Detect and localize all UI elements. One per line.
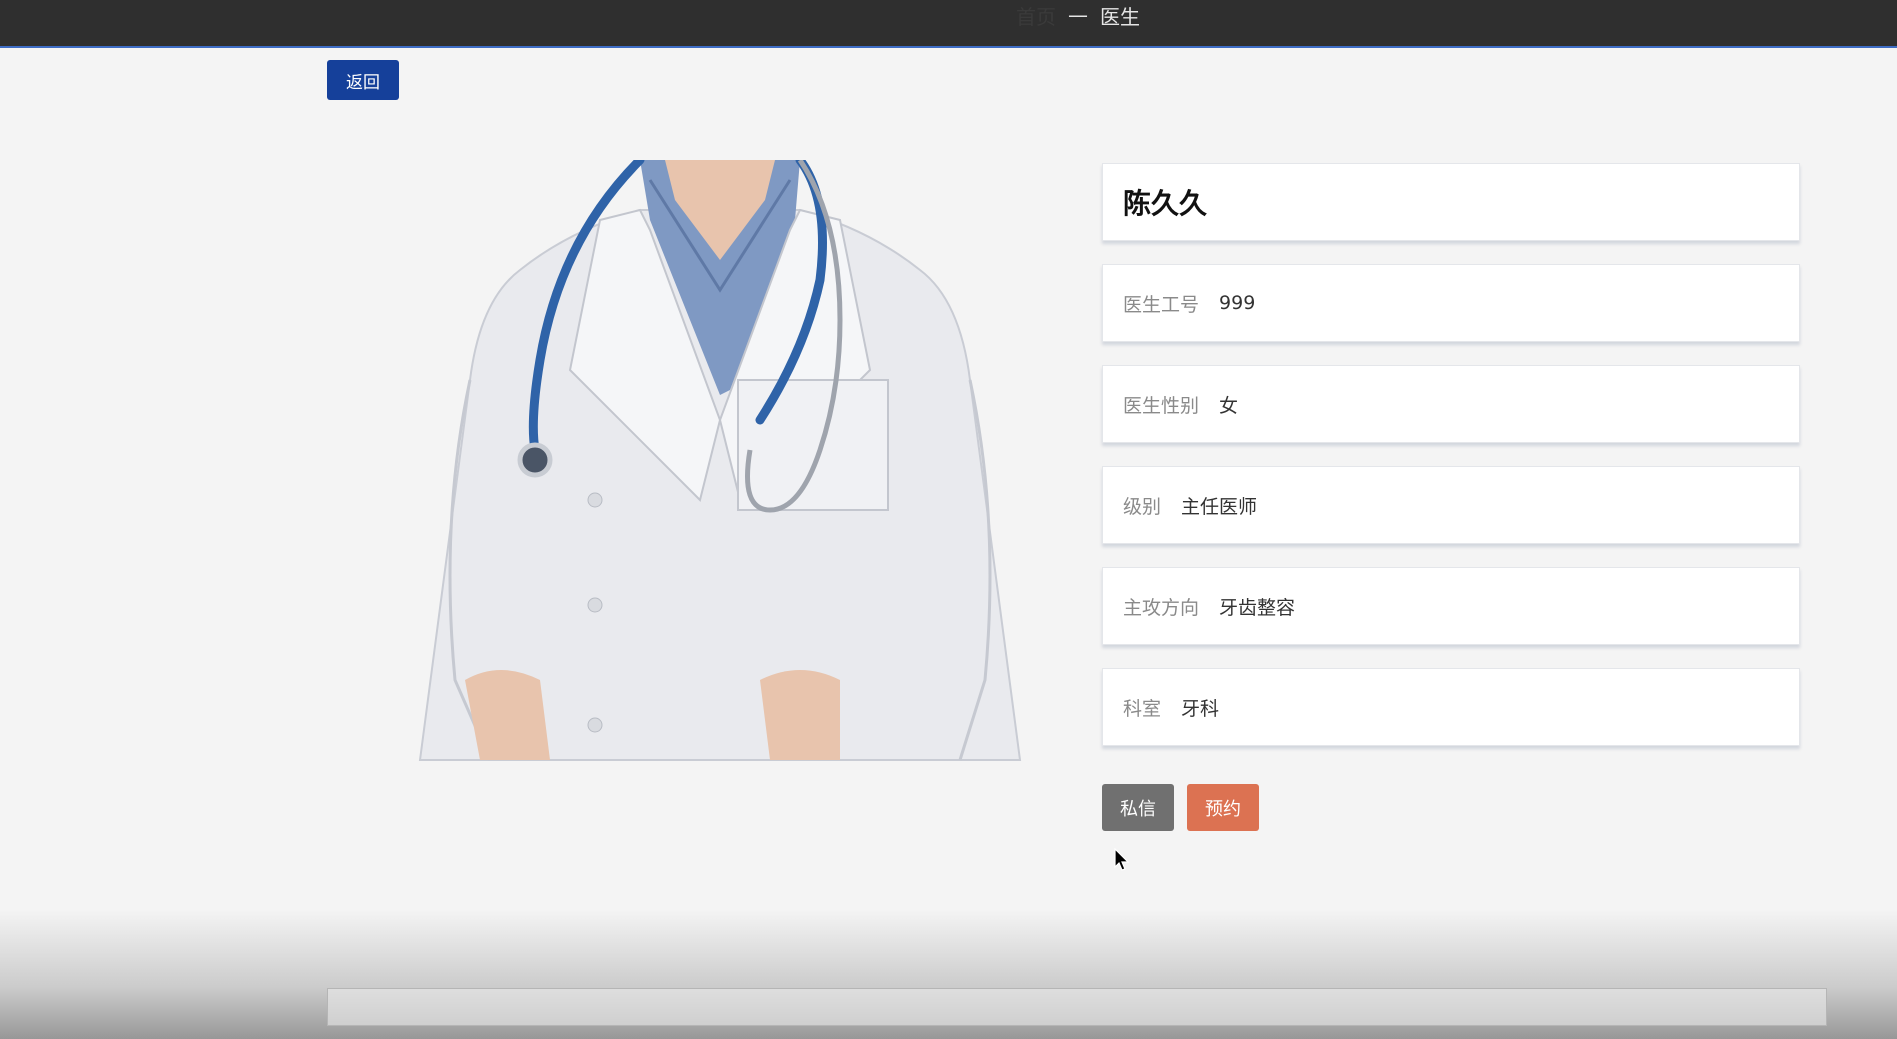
doctor-level-card: 级别 主任医师	[1102, 466, 1800, 544]
doctor-gender-card: 医生性别 女	[1102, 365, 1800, 443]
doctor-id-value: 999	[1219, 292, 1256, 314]
doctor-name-card: 陈久久	[1102, 163, 1800, 241]
book-appointment-button[interactable]: 预约	[1187, 784, 1259, 831]
doctor-department-label: 科室	[1123, 697, 1162, 720]
doctor-id-card: 医生工号 999	[1102, 264, 1800, 342]
doctor-specialty-value: 牙齿整容	[1219, 596, 1296, 619]
doctor-specialty-label: 主攻方向	[1123, 596, 1200, 619]
private-message-button[interactable]: 私信	[1102, 784, 1174, 831]
doctor-gender-label: 医生性别	[1123, 394, 1200, 417]
footer-bar	[327, 988, 1827, 1026]
breadcrumb-current: 医生	[1100, 4, 1140, 29]
doctor-level-value: 主任医师	[1181, 495, 1258, 518]
action-buttons: 私信 预约	[1102, 784, 1259, 831]
top-bar: 首页 — 医生	[0, 0, 1897, 48]
doctor-info-panel: 陈久久 医生工号 999 医生性别 女 级别 主任医师 主攻方向 牙齿整容 科室…	[1102, 163, 1802, 769]
doctor-gender-value: 女	[1219, 394, 1239, 417]
back-button[interactable]: 返回	[327, 60, 399, 100]
doctor-level-label: 级别	[1123, 495, 1162, 518]
doctor-coat-illustration	[418, 160, 1022, 761]
breadcrumb: 首页 — 医生	[1016, 0, 1140, 30]
mouse-cursor-icon	[1114, 847, 1130, 876]
doctor-department-card: 科室 牙科	[1102, 668, 1800, 746]
doctor-name: 陈久久	[1123, 187, 1208, 220]
breadcrumb-separator: —	[1068, 3, 1088, 27]
doctor-department-value: 牙科	[1181, 697, 1220, 720]
breadcrumb-home[interactable]: 首页	[1016, 1, 1056, 30]
doctor-photo	[400, 160, 1040, 764]
doctor-id-label: 医生工号	[1123, 293, 1200, 316]
doctor-specialty-card: 主攻方向 牙齿整容	[1102, 567, 1800, 645]
